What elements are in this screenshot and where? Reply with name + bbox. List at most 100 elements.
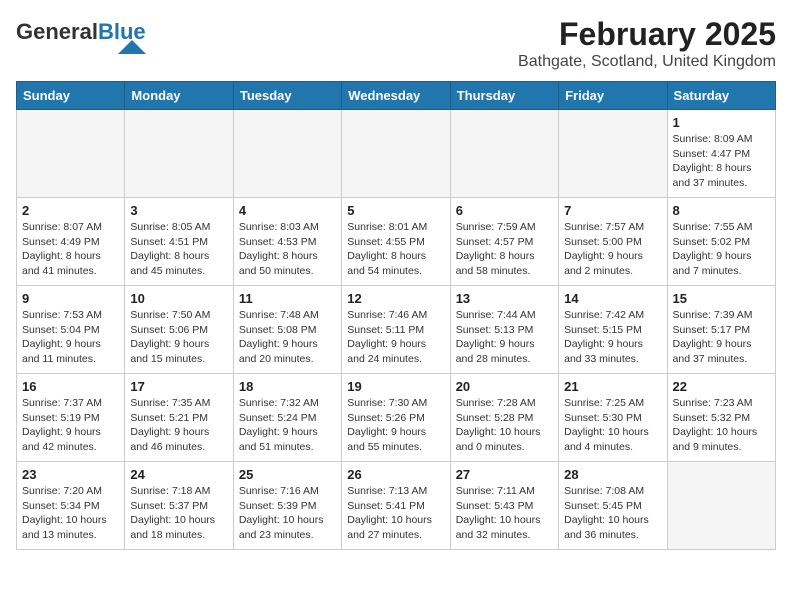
weekday-header-saturday: Saturday bbox=[667, 82, 775, 110]
weekday-header-thursday: Thursday bbox=[450, 82, 558, 110]
week-row-1: 1 Sunrise: 8:09 AM Sunset: 4:47 PM Daylig… bbox=[17, 110, 776, 198]
calendar-cell bbox=[667, 462, 775, 550]
day-number: 1 bbox=[673, 115, 770, 130]
weekday-header-tuesday: Tuesday bbox=[233, 82, 341, 110]
calendar-cell: 24 Sunrise: 7:18 AM Sunset: 5:37 PM Dayli… bbox=[125, 462, 233, 550]
day-info: Sunrise: 7:16 AM Sunset: 5:39 PM Dayligh… bbox=[239, 484, 336, 543]
day-info: Sunrise: 8:05 AM Sunset: 4:51 PM Dayligh… bbox=[130, 220, 227, 279]
day-number: 18 bbox=[239, 379, 336, 394]
calendar-cell: 5Sunrise: 8:01 AM Sunset: 4:55 PM Daylig… bbox=[342, 198, 450, 286]
calendar-cell: 10 Sunrise: 7:50 AM Sunset: 5:06 PM Dayli… bbox=[125, 286, 233, 374]
day-info: Sunrise: 7:30 AM Sunset: 5:26 PM Dayligh… bbox=[347, 396, 444, 455]
week-row-5: 23Sunrise: 7:20 AM Sunset: 5:34 PM Dayli… bbox=[17, 462, 776, 550]
day-info: Sunrise: 7:08 AM Sunset: 5:45 PM Dayligh… bbox=[564, 484, 661, 543]
day-number: 14 bbox=[564, 291, 661, 306]
day-info: Sunrise: 7:37 AM Sunset: 5:19 PM Dayligh… bbox=[22, 396, 119, 455]
calendar-cell bbox=[342, 110, 450, 198]
day-number: 15 bbox=[673, 291, 770, 306]
day-info: Sunrise: 7:48 AM Sunset: 5:08 PM Dayligh… bbox=[239, 308, 336, 367]
calendar-cell: 18Sunrise: 7:32 AM Sunset: 5:24 PM Dayli… bbox=[233, 374, 341, 462]
day-info: Sunrise: 7:25 AM Sunset: 5:30 PM Dayligh… bbox=[564, 396, 661, 455]
calendar-cell: 28 Sunrise: 7:08 AM Sunset: 5:45 PM Dayli… bbox=[559, 462, 667, 550]
week-row-2: 2 Sunrise: 8:07 AM Sunset: 4:49 PM Daylig… bbox=[17, 198, 776, 286]
day-info: Sunrise: 7:23 AM Sunset: 5:32 PM Dayligh… bbox=[673, 396, 770, 455]
calendar-cell: 11 Sunrise: 7:48 AM Sunset: 5:08 PM Dayli… bbox=[233, 286, 341, 374]
calendar-cell: 3 Sunrise: 8:05 AM Sunset: 4:51 PM Daylig… bbox=[125, 198, 233, 286]
day-number: 9 bbox=[22, 291, 119, 306]
day-number: 17 bbox=[130, 379, 227, 394]
day-number: 28 bbox=[564, 467, 661, 482]
day-info: Sunrise: 7:57 AM Sunset: 5:00 PM Dayligh… bbox=[564, 220, 661, 279]
day-number: 16 bbox=[22, 379, 119, 394]
calendar-cell: 7 Sunrise: 7:57 AM Sunset: 5:00 PM Daylig… bbox=[559, 198, 667, 286]
calendar-cell bbox=[450, 110, 558, 198]
day-number: 6 bbox=[456, 203, 553, 218]
day-info: Sunrise: 7:55 AM Sunset: 5:02 PM Dayligh… bbox=[673, 220, 770, 279]
day-number: 2 bbox=[22, 203, 119, 218]
day-number: 19 bbox=[347, 379, 444, 394]
calendar-cell bbox=[17, 110, 125, 198]
calendar-cell: 20 Sunrise: 7:28 AM Sunset: 5:28 PM Dayli… bbox=[450, 374, 558, 462]
calendar-cell: 9Sunrise: 7:53 AM Sunset: 5:04 PM Daylig… bbox=[17, 286, 125, 374]
calendar-cell bbox=[559, 110, 667, 198]
calendar-cell: 12 Sunrise: 7:46 AM Sunset: 5:11 PM Dayli… bbox=[342, 286, 450, 374]
day-number: 24 bbox=[130, 467, 227, 482]
day-info: Sunrise: 7:13 AM Sunset: 5:41 PM Dayligh… bbox=[347, 484, 444, 543]
calendar-cell bbox=[125, 110, 233, 198]
calendar-cell: 15 Sunrise: 7:39 AM Sunset: 5:17 PM Dayli… bbox=[667, 286, 775, 374]
logo: GeneralBlue bbox=[16, 20, 146, 54]
day-number: 25 bbox=[239, 467, 336, 482]
day-number: 10 bbox=[130, 291, 227, 306]
calendar-cell: 26 Sunrise: 7:13 AM Sunset: 5:41 PM Dayli… bbox=[342, 462, 450, 550]
weekday-header-sunday: Sunday bbox=[17, 82, 125, 110]
page-subtitle: Bathgate, Scotland, United Kingdom bbox=[518, 53, 776, 71]
day-number: 4 bbox=[239, 203, 336, 218]
day-info: Sunrise: 7:42 AM Sunset: 5:15 PM Dayligh… bbox=[564, 308, 661, 367]
calendar-cell: 16 Sunrise: 7:37 AM Sunset: 5:19 PM Dayli… bbox=[17, 374, 125, 462]
day-info: Sunrise: 7:59 AM Sunset: 4:57 PM Dayligh… bbox=[456, 220, 553, 279]
logo-general-text: General bbox=[16, 19, 98, 44]
calendar-table: SundayMondayTuesdayWednesdayThursdayFrid… bbox=[16, 81, 776, 550]
calendar-cell: 1 Sunrise: 8:09 AM Sunset: 4:47 PM Daylig… bbox=[667, 110, 775, 198]
day-number: 20 bbox=[456, 379, 553, 394]
day-number: 7 bbox=[564, 203, 661, 218]
day-info: Sunrise: 7:35 AM Sunset: 5:21 PM Dayligh… bbox=[130, 396, 227, 455]
calendar-cell: 14 Sunrise: 7:42 AM Sunset: 5:15 PM Dayli… bbox=[559, 286, 667, 374]
day-number: 26 bbox=[347, 467, 444, 482]
day-number: 22 bbox=[673, 379, 770, 394]
title-block: February 2025 Bathgate, Scotland, United… bbox=[518, 16, 776, 71]
weekday-header-wednesday: Wednesday bbox=[342, 82, 450, 110]
day-info: Sunrise: 7:44 AM Sunset: 5:13 PM Dayligh… bbox=[456, 308, 553, 367]
day-number: 13 bbox=[456, 291, 553, 306]
calendar-cell bbox=[233, 110, 341, 198]
day-number: 23 bbox=[22, 467, 119, 482]
day-info: Sunrise: 7:50 AM Sunset: 5:06 PM Dayligh… bbox=[130, 308, 227, 367]
week-row-3: 9Sunrise: 7:53 AM Sunset: 5:04 PM Daylig… bbox=[17, 286, 776, 374]
page-title: February 2025 bbox=[518, 16, 776, 53]
day-number: 3 bbox=[130, 203, 227, 218]
day-info: Sunrise: 7:18 AM Sunset: 5:37 PM Dayligh… bbox=[130, 484, 227, 543]
day-info: Sunrise: 7:39 AM Sunset: 5:17 PM Dayligh… bbox=[673, 308, 770, 367]
week-row-4: 16 Sunrise: 7:37 AM Sunset: 5:19 PM Dayli… bbox=[17, 374, 776, 462]
calendar-cell: 17 Sunrise: 7:35 AM Sunset: 5:21 PM Dayli… bbox=[125, 374, 233, 462]
calendar-cell: 4Sunrise: 8:03 AM Sunset: 4:53 PM Daylig… bbox=[233, 198, 341, 286]
weekday-header-row: SundayMondayTuesdayWednesdayThursdayFrid… bbox=[17, 82, 776, 110]
logo-icon bbox=[118, 40, 146, 54]
calendar-cell: 6 Sunrise: 7:59 AM Sunset: 4:57 PM Daylig… bbox=[450, 198, 558, 286]
calendar-cell: 2 Sunrise: 8:07 AM Sunset: 4:49 PM Daylig… bbox=[17, 198, 125, 286]
day-number: 8 bbox=[673, 203, 770, 218]
day-number: 21 bbox=[564, 379, 661, 394]
day-info: Sunrise: 8:09 AM Sunset: 4:47 PM Dayligh… bbox=[673, 132, 770, 191]
calendar-cell: 8 Sunrise: 7:55 AM Sunset: 5:02 PM Daylig… bbox=[667, 198, 775, 286]
day-number: 12 bbox=[347, 291, 444, 306]
calendar-cell: 27Sunrise: 7:11 AM Sunset: 5:43 PM Dayli… bbox=[450, 462, 558, 550]
day-number: 11 bbox=[239, 291, 336, 306]
calendar-cell: 25 Sunrise: 7:16 AM Sunset: 5:39 PM Dayli… bbox=[233, 462, 341, 550]
weekday-header-friday: Friday bbox=[559, 82, 667, 110]
day-info: Sunrise: 8:07 AM Sunset: 4:49 PM Dayligh… bbox=[22, 220, 119, 279]
day-info: Sunrise: 7:46 AM Sunset: 5:11 PM Dayligh… bbox=[347, 308, 444, 367]
weekday-header-monday: Monday bbox=[125, 82, 233, 110]
calendar-cell: 23Sunrise: 7:20 AM Sunset: 5:34 PM Dayli… bbox=[17, 462, 125, 550]
page-header: GeneralBlue February 2025 Bathgate, Scot… bbox=[16, 16, 776, 71]
day-info: Sunrise: 7:28 AM Sunset: 5:28 PM Dayligh… bbox=[456, 396, 553, 455]
